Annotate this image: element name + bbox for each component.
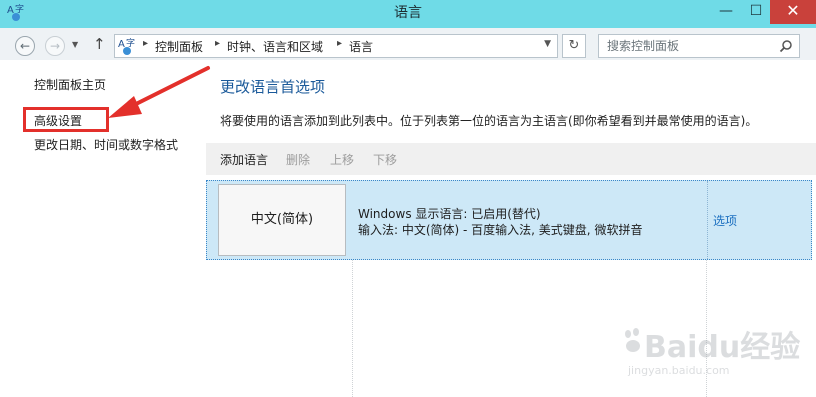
change-date-time-format-link[interactable]: 更改日期、时间或数字格式 <box>34 136 178 153</box>
input-methods-list: 输入法: 中文(简体) - 百度输入法, 美式键盘, 微软拼音 <box>358 223 643 237</box>
row-divider <box>707 181 708 259</box>
up-button[interactable]: ↑ <box>93 35 106 53</box>
display-language-status: Windows 显示语言: 已启用(替代) <box>358 207 541 221</box>
recent-locations-dropdown-icon[interactable]: ▼ <box>72 40 78 49</box>
search-box <box>598 34 800 58</box>
window-title: 语言 <box>394 5 422 21</box>
chevron-down-icon[interactable]: ▼ <box>544 39 551 49</box>
watermark-brand: Baidu经验 <box>644 330 801 365</box>
move-down-button[interactable]: 下移 <box>373 151 397 168</box>
search-icon[interactable] <box>779 39 793 53</box>
arrow-left-icon: ← <box>19 39 31 53</box>
arrow-up-icon: ↑ <box>93 35 106 53</box>
address-box[interactable]: A 字 ▸ 控制面板 ▸ 时钟、语言和区域 ▸ 语言 ▼ <box>114 34 558 58</box>
language-toolbar: 添加语言 删除 上移 下移 <box>206 143 816 175</box>
breadcrumb-control-panel[interactable]: 控制面板 <box>155 38 203 55</box>
page-description: 将要使用的语言添加到此列表中。位于列表第一位的语言为主语言(即你希望看到并最常使… <box>220 114 758 128</box>
paw-logo-icon <box>625 328 640 352</box>
forward-button[interactable]: → <box>45 36 65 56</box>
minimize-button[interactable]: — <box>712 0 740 24</box>
breadcrumb-language[interactable]: 语言 <box>349 38 373 55</box>
remove-language-button[interactable]: 删除 <box>286 151 310 168</box>
language-options-link[interactable]: 选项 <box>713 212 737 229</box>
address-bar-region: ← → ▼ ↑ A 字 ▸ 控制面板 ▸ 时钟、语言和区域 ▸ 语言 ▼ ↻ <box>0 24 816 60</box>
baidu-watermark: Baidu经验 jingyan.baidu.com <box>622 316 800 386</box>
search-input[interactable] <box>599 35 791 57</box>
control-panel-home-link[interactable]: 控制面板主页 <box>34 76 106 93</box>
column-divider <box>352 260 353 397</box>
breadcrumb-separator-icon[interactable]: ▸ <box>143 38 148 49</box>
navigation-bar: ← → ▼ ↑ A 字 ▸ 控制面板 ▸ 时钟、语言和区域 ▸ 语言 ▼ ↻ <box>0 28 816 60</box>
back-button[interactable]: ← <box>15 36 35 56</box>
close-button[interactable]: ✕ <box>770 0 816 24</box>
move-up-button[interactable]: 上移 <box>330 151 354 168</box>
refresh-icon: ↻ <box>568 38 580 53</box>
svg-text:A: A <box>118 39 125 50</box>
language-row-selected[interactable]: 中文(简体) Windows 显示语言: 已启用(替代) 输入法: 中文(简体)… <box>206 180 812 260</box>
watermark-url: jingyan.baidu.com <box>628 364 730 377</box>
arrow-right-icon: → <box>49 39 61 53</box>
maximize-button[interactable]: ☐ <box>742 0 770 24</box>
breadcrumb-separator-icon[interactable]: ▸ <box>337 38 342 49</box>
breadcrumb-clock-language-region[interactable]: 时钟、语言和区域 <box>227 38 323 55</box>
add-language-button[interactable]: 添加语言 <box>220 151 268 168</box>
annotation-arrow-icon <box>108 66 210 118</box>
language-tile[interactable]: 中文(简体) <box>218 184 346 256</box>
title-bar: A 字 语言 — ☐ ✕ <box>0 0 816 24</box>
breadcrumb-separator-icon[interactable]: ▸ <box>215 38 220 49</box>
page-title: 更改语言首选项 <box>220 78 326 96</box>
refresh-button[interactable]: ↻ <box>562 34 586 58</box>
annotation-highlight-box <box>23 107 109 132</box>
language-location-icon: A 字 <box>118 37 135 55</box>
